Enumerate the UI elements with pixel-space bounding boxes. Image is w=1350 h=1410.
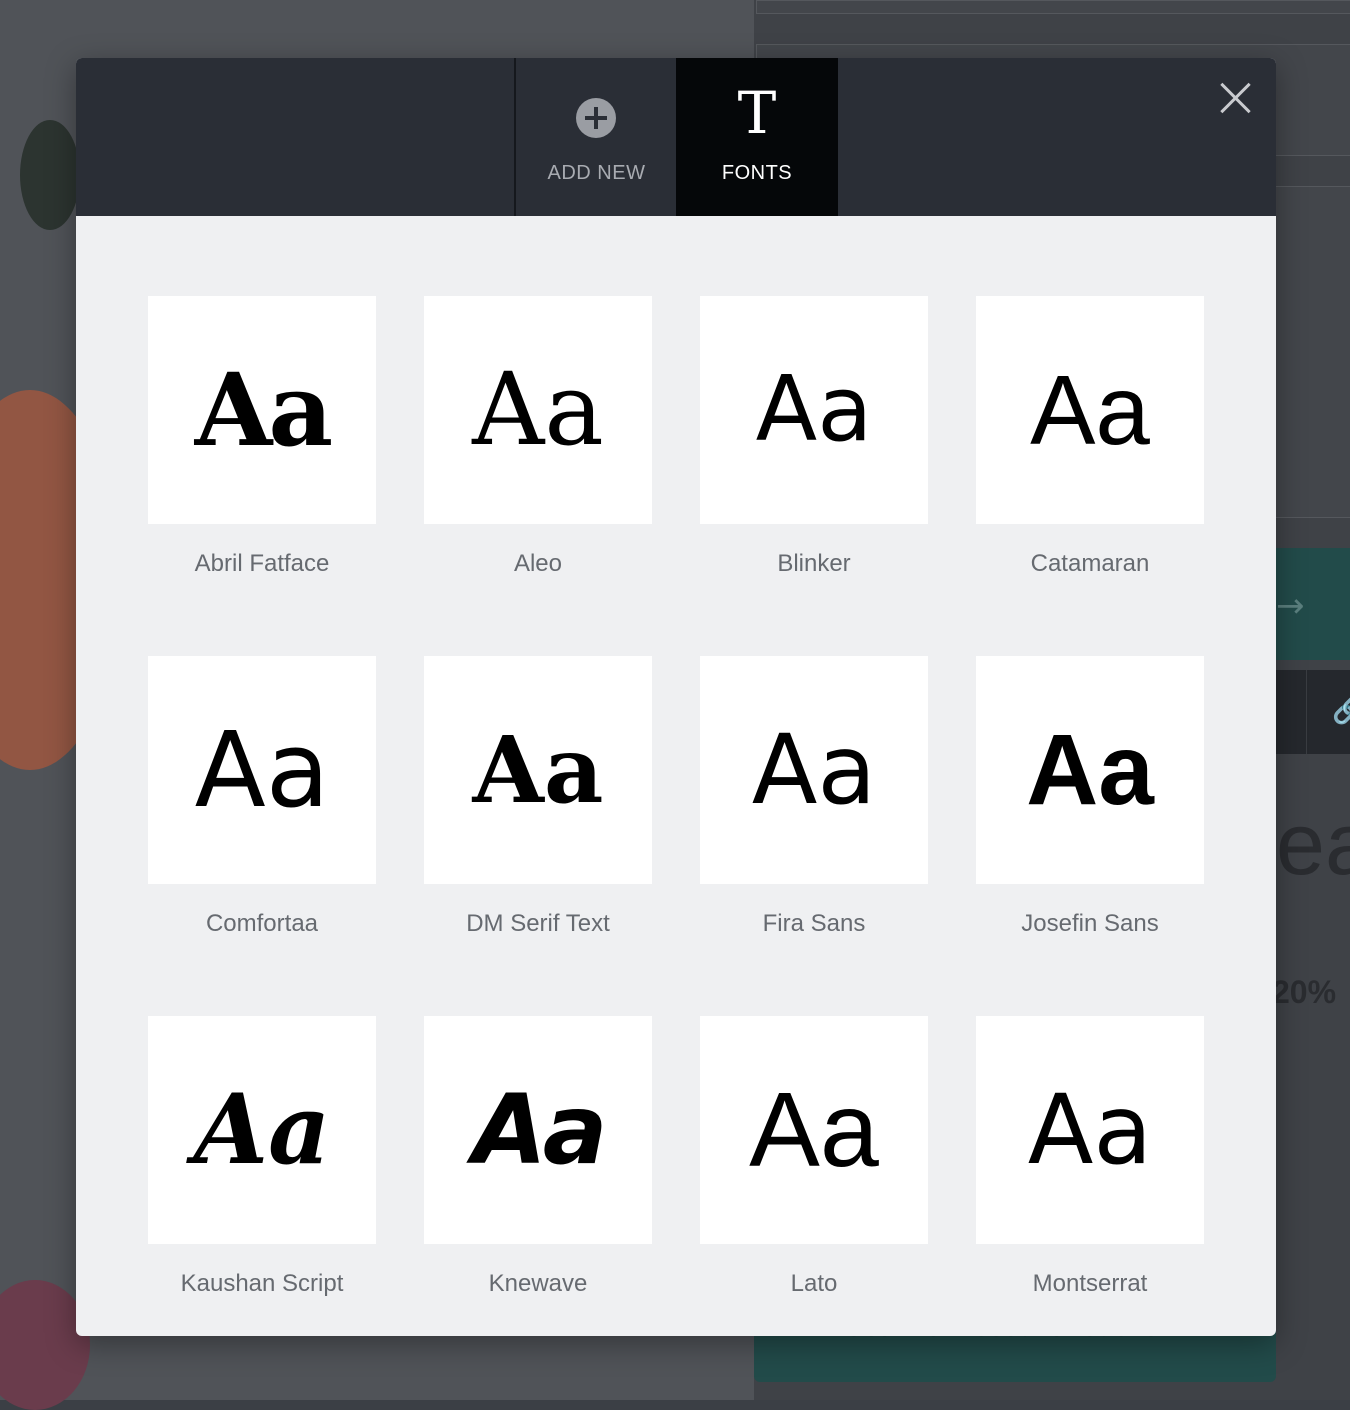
- tab-fonts[interactable]: T FONTS: [676, 58, 838, 216]
- font-preview: Aa: [700, 656, 928, 884]
- font-sample: Aa: [472, 351, 604, 468]
- tab-add-new-label: ADD NEW: [547, 162, 646, 184]
- font-card-comfortaa[interactable]: Aa Comfortaa: [148, 656, 376, 1016]
- background-percent-text: 20%: [1272, 974, 1337, 1010]
- font-name: Catamaran: [1030, 550, 1150, 577]
- font-sample: Aa: [1030, 355, 1150, 465]
- close-icon[interactable]: [1218, 80, 1254, 116]
- font-name: DM Serif Text: [466, 910, 610, 937]
- font-name: Blinker: [777, 550, 851, 577]
- font-name: Knewave: [488, 1270, 588, 1297]
- font-card-aleo[interactable]: Aa Aleo: [424, 296, 652, 656]
- font-sample: Aa: [749, 1071, 879, 1189]
- link-icon: 🔗: [1332, 696, 1350, 726]
- tab-add-new[interactable]: ADD NEW: [514, 58, 677, 216]
- font-preview: Aa: [976, 1016, 1204, 1244]
- font-name: Josefin Sans: [1021, 910, 1159, 937]
- font-name: Abril Fatface: [194, 550, 330, 577]
- plus-circle-icon: [576, 98, 616, 138]
- leaf-image: [20, 120, 80, 230]
- font-preview: Aa: [700, 296, 928, 524]
- font-name: Lato: [790, 1270, 838, 1297]
- font-preview: Aa: [424, 296, 652, 524]
- font-card-blinker[interactable]: Aa Blinker: [700, 296, 928, 656]
- font-sample: Aa: [1026, 714, 1154, 826]
- font-preview: Aa: [976, 296, 1204, 524]
- font-preview: Aa: [424, 1016, 652, 1244]
- font-card-knewave[interactable]: Aa Knewave: [424, 1016, 652, 1336]
- font-card-lato[interactable]: Aa Lato: [700, 1016, 928, 1336]
- font-name: Aleo: [513, 550, 563, 577]
- font-card-fira-sans[interactable]: Aa Fira Sans: [700, 656, 928, 1016]
- font-name: Fira Sans: [762, 910, 866, 937]
- modal-header: ADD NEW T FONTS: [76, 58, 1276, 216]
- font-sample: Aa: [194, 351, 333, 469]
- font-card-josefin-sans[interactable]: Aa Josefin Sans: [976, 656, 1204, 1016]
- font-sample: Aa: [751, 714, 877, 826]
- font-preview: Aa: [424, 656, 652, 884]
- background-heading: eat: [1276, 794, 1350, 893]
- font-card-dm-serif-text[interactable]: Aa DM Serif Text: [424, 656, 652, 1016]
- font-preview: Aa: [700, 1016, 928, 1244]
- font-picker-modal: ADD NEW T FONTS Aa Abril Fatface Aa Aleo…: [76, 58, 1276, 1336]
- font-card-montserrat[interactable]: Aa Montserrat: [976, 1016, 1204, 1336]
- background-input: [756, 0, 1350, 14]
- font-sample: Aa: [472, 1074, 607, 1186]
- text-t-icon: T: [737, 79, 777, 147]
- arrow-icon: →: [1276, 586, 1305, 626]
- font-name: Montserrat: [1032, 1270, 1148, 1297]
- font-preview: Aa: [148, 1016, 376, 1244]
- font-card-catamaran[interactable]: Aa Catamaran: [976, 296, 1204, 656]
- font-card-abril-fatface[interactable]: Aa Abril Fatface: [148, 296, 376, 656]
- font-sample: Aa: [194, 709, 330, 831]
- font-preview: Aa: [148, 656, 376, 884]
- font-sample: Aa: [472, 716, 604, 824]
- font-name: Kaushan Script: [180, 1270, 344, 1297]
- font-preview: Aa: [976, 656, 1204, 884]
- font-grid: Aa Abril Fatface Aa Aleo Aa Blinker Aa C…: [148, 296, 1204, 1336]
- font-sample: Aa: [755, 357, 873, 462]
- font-sample: Aa: [193, 1073, 331, 1186]
- font-name: Comfortaa: [205, 910, 319, 937]
- font-card-kaushan-script[interactable]: Aa Kaushan Script: [148, 1016, 376, 1336]
- tab-fonts-label: FONTS: [721, 162, 793, 184]
- font-preview: Aa: [148, 296, 376, 524]
- font-sample: Aa: [1027, 1074, 1153, 1186]
